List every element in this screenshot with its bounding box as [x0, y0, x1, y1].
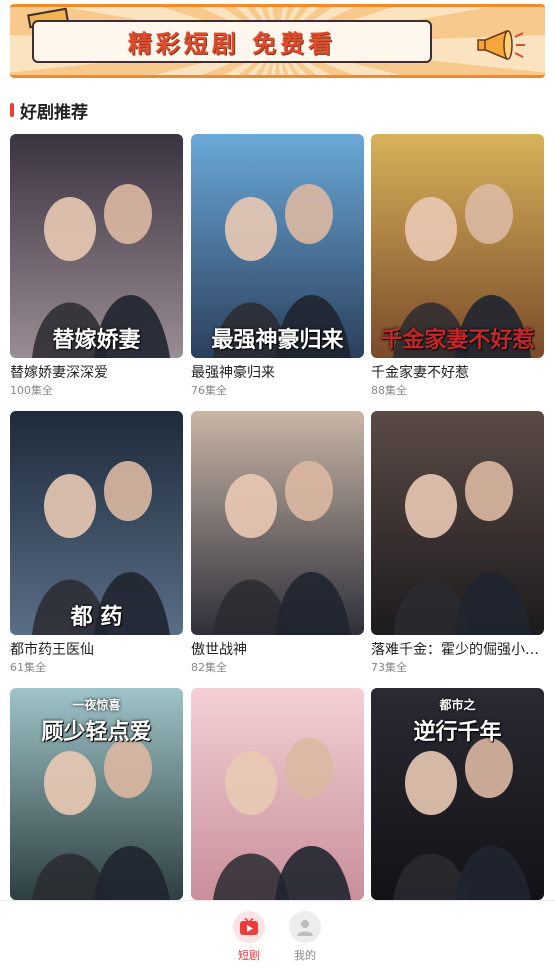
drama-poster[interactable]	[371, 411, 544, 635]
drama-poster[interactable]: 最强神豪归来	[191, 134, 364, 358]
drama-poster[interactable]	[191, 688, 364, 900]
nav-label-mine: 我的	[294, 949, 316, 962]
drama-card[interactable]: 千金家妻不好惹 千金家妻不好惹 88集全	[371, 134, 544, 398]
episode-count: 100集全	[10, 384, 53, 397]
drama-card[interactable]: 都 药都市药王医仙 61集全	[10, 411, 183, 675]
drama-card[interactable]: 一夜惊喜 顾少轻点爱	[10, 688, 183, 900]
nav-item-drama[interactable]: 短剧	[227, 911, 271, 963]
app-page: 精彩短剧 免费看 好剧推荐 替嫁娇妻 替嫁娇妻深深爱 100集全 最强神豪归来 最强神豪…	[0, 0, 555, 976]
drama-poster[interactable]: 一夜惊喜 顾少轻点爱	[10, 688, 183, 900]
drama-card[interactable]	[191, 688, 364, 900]
episode-count: 76集全	[191, 384, 227, 397]
episode-count: 73集全	[371, 661, 407, 674]
drama-card[interactable]: 最强神豪归来 最强神豪归来 76集全	[191, 134, 364, 398]
poster-title: 最强神豪归来	[211, 328, 344, 353]
drama-poster[interactable]: 都 药	[10, 411, 183, 635]
drama-poster[interactable]	[191, 411, 364, 635]
play-icon	[233, 911, 265, 943]
promo-banner[interactable]: 精彩短剧 免费看	[10, 4, 545, 78]
drama-card[interactable]: 都市之 逆行千年	[371, 688, 544, 900]
drama-card[interactable]: 傲世战神 82集全	[191, 411, 364, 675]
poster-subtitle: 都市之	[439, 698, 476, 712]
banner-title: 精彩短剧 免费看	[127, 30, 337, 58]
drama-title[interactable]: 最强神豪归来	[191, 364, 364, 382]
user-icon	[289, 911, 321, 943]
bottom-nav: 短剧 我的	[0, 900, 555, 976]
drama-poster[interactable]: 千金家妻不好惹	[371, 134, 544, 358]
poster-title: 顾少轻点爱	[41, 720, 152, 745]
poster-title: 千金家妻不好惹	[380, 328, 535, 353]
episode-count: 61集全	[10, 661, 46, 674]
drama-poster[interactable]: 都市之 逆行千年	[371, 688, 544, 900]
drama-title[interactable]: 都市药王医仙	[10, 641, 183, 659]
drama-card[interactable]: 替嫁娇妻替嫁娇妻深深爱 100集全	[10, 134, 183, 398]
section-header: 好剧推荐	[10, 98, 88, 123]
drama-title[interactable]: 替嫁娇妻深深爱	[10, 364, 183, 382]
poster-title: 替嫁娇妻	[52, 328, 141, 353]
episode-count: 82集全	[191, 661, 227, 674]
episode-count: 88集全	[371, 384, 407, 397]
banner-title-box: 精彩短剧 免费看	[32, 20, 432, 63]
drama-poster[interactable]: 替嫁娇妻	[10, 134, 183, 358]
drama-card[interactable]: 落难千金：霍少的倔强小… 73集全	[371, 411, 544, 675]
drama-title[interactable]: 落难千金：霍少的倔强小…	[371, 641, 544, 659]
section-accent-bar	[10, 103, 14, 117]
nav-item-mine[interactable]: 我的	[283, 911, 327, 963]
drama-title[interactable]: 傲世战神	[191, 641, 364, 659]
drama-title[interactable]: 千金家妻不好惹	[371, 364, 544, 382]
poster-title: 逆行千年	[413, 720, 502, 745]
poster-subtitle: 一夜惊喜	[72, 698, 121, 712]
poster-title: 都 药	[70, 605, 123, 630]
nav-label-drama: 短剧	[238, 949, 260, 962]
section-title: 好剧推荐	[20, 102, 88, 123]
megaphone-icon	[477, 29, 525, 61]
